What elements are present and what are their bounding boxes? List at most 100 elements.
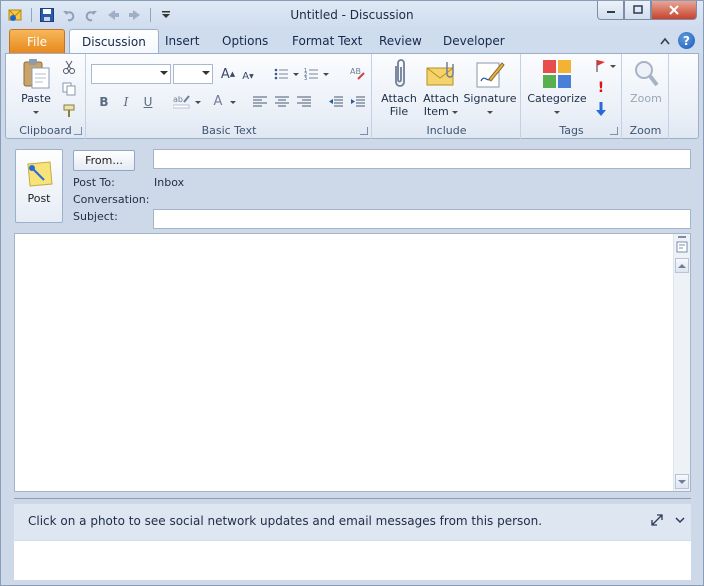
tab-developer[interactable]: Developer [431, 29, 517, 53]
clear-formatting-icon: AB [350, 67, 365, 80]
tab-review[interactable]: Review [367, 29, 434, 53]
copy-icon [62, 82, 76, 96]
align-left-icon [253, 96, 267, 107]
basic-text-group: A ▲ A ▼ 123 AB B I U ab A Basic Text [87, 54, 372, 139]
include-group: Attach File Attach Item Signature Includ… [373, 54, 521, 139]
ribbon: Paste Clipboard A ▲ A ▼ 1 2 3 AB B I U a… [5, 53, 699, 139]
follow-up-button[interactable] [592, 57, 610, 75]
attach-item-button[interactable]: Attach Item [421, 58, 461, 118]
minimize-ribbon-icon[interactable] [660, 37, 670, 45]
zoom-button[interactable]: Zoom [627, 58, 665, 105]
basic-text-launcher-icon[interactable] [360, 127, 368, 135]
decrease-indent-button[interactable] [327, 93, 345, 111]
bold-button[interactable]: B [95, 93, 113, 111]
tags-group-label: Tags [559, 124, 584, 137]
svg-text:3: 3 [304, 76, 307, 81]
tab-options[interactable]: Options [210, 29, 280, 53]
grow-font-button[interactable]: A ▲ [219, 65, 237, 83]
format-painter-button[interactable] [60, 102, 78, 120]
follow-up-dropdown-icon[interactable] [610, 65, 616, 68]
expand-icon[interactable] [651, 514, 663, 526]
high-importance-button[interactable]: ! [592, 79, 610, 97]
title-bar: Untitled - Discussion [1, 1, 703, 29]
zoom-group-label: Zoom [629, 124, 662, 137]
categorize-button[interactable]: Categorize [526, 58, 588, 118]
categorize-dropdown-icon [554, 110, 560, 114]
help-icon[interactable]: ? [678, 32, 695, 49]
align-right-button[interactable] [295, 93, 313, 111]
attach-item-dropdown-icon [452, 110, 459, 114]
from-field[interactable] [153, 149, 691, 169]
ruler-icon[interactable] [676, 241, 688, 256]
subject-field[interactable] [153, 209, 691, 229]
cut-button[interactable] [60, 58, 78, 76]
align-center-button[interactable] [273, 93, 291, 111]
zoom-label: Zoom [630, 92, 662, 105]
scroll-up-icon [678, 263, 686, 268]
shrink-font-button[interactable]: A ▼ [239, 67, 257, 85]
attach-item-label-1: Attach [423, 92, 459, 105]
align-right-icon [297, 96, 311, 107]
italic-button[interactable]: I [117, 93, 135, 111]
attach-item-label-2: Item [423, 105, 449, 118]
decrease-indent-icon [329, 96, 343, 107]
scissors-icon [63, 60, 75, 74]
highlight-button[interactable]: ab [173, 92, 191, 110]
paste-label: Paste [21, 92, 51, 105]
magnifier-icon [630, 58, 662, 90]
message-body[interactable] [14, 233, 691, 492]
attach-file-button[interactable]: Attach File [379, 58, 419, 118]
align-left-button[interactable] [251, 93, 269, 111]
tags-launcher-icon[interactable] [610, 127, 618, 135]
highlight-dropdown-icon[interactable] [195, 101, 201, 104]
scroll-up-button[interactable] [675, 258, 689, 273]
window-controls [597, 1, 697, 20]
highlighter-icon: ab [173, 95, 190, 109]
scroll-down-button[interactable] [675, 474, 689, 489]
post-button[interactable]: Post [15, 149, 63, 223]
body-scrollbar[interactable] [673, 234, 690, 491]
bullets-icon [274, 68, 288, 80]
people-photos-area [14, 540, 691, 580]
tab-discussion[interactable]: Discussion [69, 29, 159, 54]
font-color-button[interactable]: A [209, 92, 227, 110]
close-button[interactable] [651, 1, 697, 20]
font-color-dropdown-icon[interactable] [230, 101, 236, 104]
paintbrush-icon [63, 104, 75, 117]
paste-icon [20, 58, 52, 90]
copy-button[interactable] [60, 80, 78, 98]
bullets-button[interactable] [273, 65, 291, 83]
from-button[interactable]: From... [73, 150, 135, 171]
paste-button[interactable]: Paste [14, 58, 58, 118]
signature-label: Signature [463, 92, 517, 105]
minimize-button[interactable] [597, 1, 624, 20]
envelope-attach-icon [425, 58, 457, 90]
increase-indent-icon [351, 96, 365, 107]
people-pane-message: Click on a photo to see social network u… [28, 514, 543, 528]
bullets-dropdown-icon[interactable] [293, 73, 299, 76]
numbering-dropdown-icon[interactable] [323, 73, 329, 76]
low-importance-button[interactable] [592, 100, 610, 118]
numbering-button[interactable]: 123 [303, 65, 321, 83]
close-icon [669, 5, 679, 15]
font-name-combo[interactable] [91, 64, 171, 84]
chevron-down-icon[interactable] [675, 516, 685, 524]
maximize-button[interactable] [624, 1, 651, 20]
exclamation-icon: ! [597, 80, 605, 96]
clipboard-group: Paste Clipboard [6, 54, 86, 139]
signature-button[interactable]: Signature [463, 58, 517, 118]
font-size-combo[interactable] [173, 64, 213, 84]
scroll-down-icon [678, 479, 686, 484]
people-pane-splitter[interactable] [14, 498, 691, 502]
clipboard-launcher-icon[interactable] [74, 127, 82, 135]
shrink-font-icon: A [242, 70, 250, 82]
flag-icon [596, 60, 605, 72]
tab-insert[interactable]: Insert [153, 29, 211, 53]
tab-format-text[interactable]: Format Text [280, 29, 374, 53]
increase-indent-button[interactable] [349, 93, 367, 111]
attach-file-label-2: File [389, 105, 409, 118]
svg-text:AB: AB [350, 67, 361, 76]
underline-button[interactable]: U [139, 93, 157, 111]
clear-formatting-button[interactable]: AB [349, 64, 367, 82]
tab-file[interactable]: File [9, 29, 65, 53]
